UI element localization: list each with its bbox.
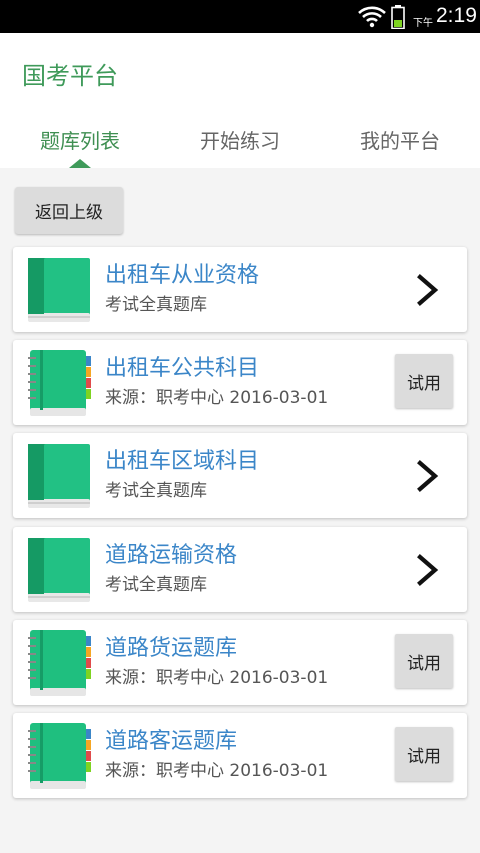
- item-name: 出租车区域科目: [105, 449, 260, 474]
- item-subtitle: 来源：职考中心 2016-03-01: [105, 388, 329, 408]
- book-icon: [26, 255, 92, 325]
- wifi-icon: [358, 6, 386, 28]
- battery-icon: [391, 5, 405, 29]
- list-item[interactable]: 道路运输资格考试全真题库: [13, 527, 467, 612]
- item-subtitle: 来源：职考中心 2016-03-01: [105, 668, 329, 688]
- item-name: 道路货运题库: [105, 636, 238, 661]
- list-item[interactable]: 道路货运题库来源：职考中心 2016-03-01 试用: [13, 620, 467, 705]
- ampm-label: 下午: [413, 18, 433, 29]
- list-item[interactable]: 出租车公共科目来源：职考中心 2016-03-01 试用: [13, 340, 467, 425]
- book-icon: [26, 441, 92, 511]
- notebook-icon: [26, 348, 92, 418]
- list-item[interactable]: 出租车区域科目考试全真题库: [13, 433, 467, 518]
- item-name: 出租车公共科目: [105, 356, 260, 381]
- notebook-icon: [26, 628, 92, 698]
- item-subtitle: 来源：职考中心 2016-03-01: [105, 761, 329, 781]
- tab-my-platform[interactable]: 我的平台: [320, 125, 480, 154]
- item-subtitle: 考试全真题库: [105, 295, 207, 315]
- status-bar: 下午 2:19: [0, 0, 480, 33]
- trial-button[interactable]: 试用: [395, 634, 453, 688]
- app-title: 国考平台: [22, 62, 118, 90]
- tab-start-practice[interactable]: 开始练习: [160, 125, 320, 154]
- tab-question-bank-list[interactable]: 题库列表: [0, 125, 160, 154]
- trial-button[interactable]: 试用: [395, 354, 453, 408]
- item-name: 出租车从业资格: [105, 263, 260, 288]
- item-name: 道路运输资格: [105, 543, 238, 568]
- chevron-right-icon[interactable]: [415, 460, 441, 492]
- back-button[interactable]: 返回上级: [15, 187, 123, 234]
- list-item[interactable]: 道路客运题库来源：职考中心 2016-03-01 试用: [13, 713, 467, 798]
- clock: 2:19: [436, 4, 477, 27]
- notebook-icon: [26, 721, 92, 791]
- book-icon: [26, 535, 92, 605]
- active-tab-indicator: [69, 159, 91, 168]
- header: 国考平台 题库列表 开始练习 我的平台: [0, 33, 480, 168]
- trial-button[interactable]: 试用: [395, 727, 453, 781]
- chevron-right-icon[interactable]: [415, 274, 441, 306]
- item-subtitle: 考试全真题库: [105, 481, 207, 501]
- chevron-right-icon[interactable]: [415, 554, 441, 586]
- item-name: 道路客运题库: [105, 729, 238, 754]
- list-item[interactable]: 出租车从业资格考试全真题库: [13, 247, 467, 332]
- item-subtitle: 考试全真题库: [105, 575, 207, 595]
- tab-bar: 题库列表 开始练习 我的平台: [0, 121, 480, 161]
